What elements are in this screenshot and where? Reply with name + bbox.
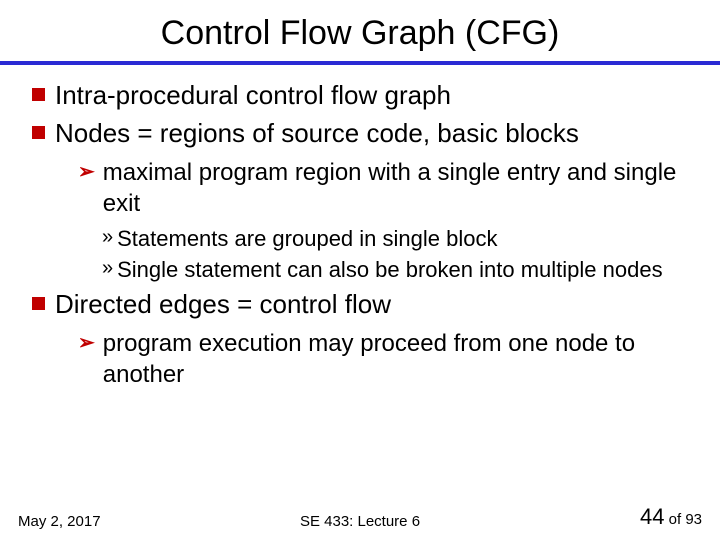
page-current: 44 <box>640 504 664 529</box>
arrow-bullet-icon: ➢ <box>78 159 95 185</box>
bullet-text: Nodes = regions of source code, basic bl… <box>55 117 579 151</box>
slide: Control Flow Graph (CFG) Intra-procedura… <box>0 0 720 540</box>
square-bullet-icon <box>32 88 45 101</box>
footer-page: 44 of 93 <box>640 504 702 530</box>
page-sep: of <box>664 511 685 528</box>
chevron-bullet-icon: » <box>102 225 113 250</box>
subsub-bullet-text: Statements are grouped in single block <box>117 225 497 253</box>
square-bullet-icon <box>32 297 45 310</box>
title-underline <box>0 61 720 65</box>
bullet-item: Nodes = regions of source code, basic bl… <box>32 117 700 151</box>
slide-footer: May 2, 2017 SE 433: Lecture 6 44 of 93 <box>0 504 720 530</box>
bullet-text: Intra-procedural control flow graph <box>55 79 451 113</box>
arrow-bullet-icon: ➢ <box>78 330 95 356</box>
sub-bullet-item: ➢ maximal program region with a single e… <box>78 157 700 219</box>
sub-bullet-text: program execution may proceed from one n… <box>103 328 700 390</box>
slide-title: Control Flow Graph (CFG) <box>0 0 720 61</box>
bullet-item: Directed edges = control flow <box>32 288 700 322</box>
sub-bullet-text: maximal program region with a single ent… <box>103 157 700 219</box>
slide-content: Intra-procedural control flow graph Node… <box>0 79 720 390</box>
page-total: 93 <box>685 511 702 528</box>
footer-course: SE 433: Lecture 6 <box>300 513 420 530</box>
subsub-bullet-item: » Statements are grouped in single block <box>102 225 700 253</box>
subsub-bullet-item: » Single statement can also be broken in… <box>102 256 700 284</box>
sub-bullet-item: ➢ program execution may proceed from one… <box>78 328 700 390</box>
subsub-bullet-text: Single statement can also be broken into… <box>117 256 662 284</box>
bullet-item: Intra-procedural control flow graph <box>32 79 700 113</box>
square-bullet-icon <box>32 126 45 139</box>
chevron-bullet-icon: » <box>102 256 113 281</box>
footer-date: May 2, 2017 <box>18 513 101 530</box>
bullet-text: Directed edges = control flow <box>55 288 391 322</box>
